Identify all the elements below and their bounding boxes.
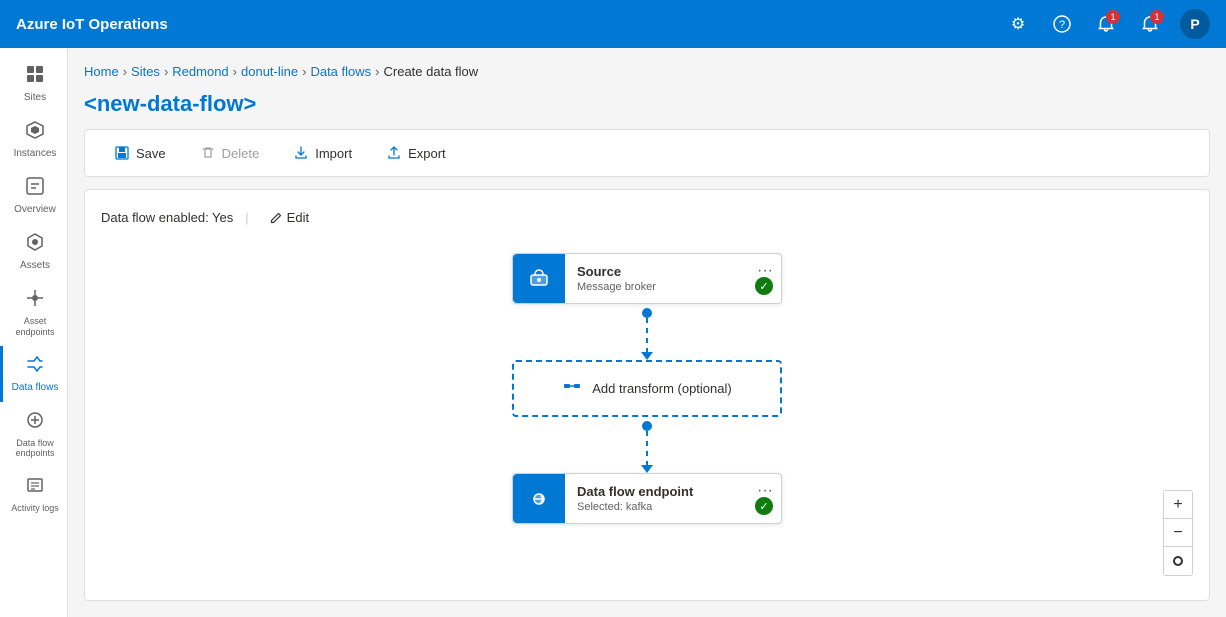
transform-node[interactable]: Add transform (optional): [512, 360, 782, 417]
source-node-content: Source Message broker: [565, 254, 781, 303]
export-icon: [386, 145, 402, 161]
destination-node-check: ✓: [755, 497, 773, 515]
avatar[interactable]: P: [1180, 9, 1210, 39]
svg-text:?: ?: [1059, 19, 1065, 31]
source-node-subtitle: Message broker: [577, 281, 769, 293]
sidebar-item-data-flow-endpoints[interactable]: Data flow endpoints: [0, 402, 67, 468]
import-button[interactable]: Import: [280, 138, 365, 168]
app-title: Azure IoT Operations: [16, 16, 1004, 33]
flow-status-label: Data flow enabled: Yes: [101, 210, 233, 225]
notification2-icon[interactable]: 1: [1136, 10, 1164, 38]
sidebar-item-data-flows-label: Data flows: [12, 382, 59, 394]
assets-icon: [25, 232, 45, 257]
connector-1: [641, 304, 653, 360]
breadcrumb-donut-line[interactable]: donut-line: [241, 64, 298, 79]
notification1-icon[interactable]: 1: [1092, 10, 1120, 38]
sidebar-item-sites[interactable]: Sites: [0, 56, 67, 112]
zoom-dot-icon: [1173, 556, 1183, 566]
toolbar: Save Delete Import Export: [84, 129, 1210, 177]
breadcrumb-home[interactable]: Home: [84, 64, 119, 79]
breadcrumb-redmond[interactable]: Redmond: [172, 64, 228, 79]
breadcrumb: Home › Sites › Redmond › donut-line › Da…: [84, 64, 1210, 79]
import-icon: [293, 145, 309, 161]
content-area: Home › Sites › Redmond › donut-line › Da…: [68, 48, 1226, 617]
save-button[interactable]: Save: [101, 138, 179, 168]
activity-logs-icon: [25, 475, 45, 500]
zoom-fit-button[interactable]: [1164, 547, 1192, 575]
sites-icon: [25, 64, 45, 89]
sidebar-item-assets-label: Assets: [20, 260, 50, 272]
source-node-icon: [513, 254, 565, 303]
sidebar-item-sites-label: Sites: [24, 92, 46, 104]
save-icon: [114, 145, 130, 161]
sidebar-item-activity-logs-label: Activity logs: [11, 503, 59, 514]
edit-icon: [269, 211, 283, 225]
help-icon[interactable]: ?: [1048, 10, 1076, 38]
sidebar-item-activity-logs[interactable]: Activity logs: [0, 467, 67, 522]
topbar-icons: ⚙ ? 1 1 P: [1004, 9, 1210, 39]
sidebar-item-asset-endpoints-label: Asset endpoints: [7, 316, 63, 338]
data-flows-icon: [25, 354, 45, 379]
sidebar-item-data-flows[interactable]: Data flows: [0, 346, 67, 402]
delete-icon: [200, 145, 216, 161]
sidebar-item-instances[interactable]: Instances: [0, 112, 67, 168]
overview-icon: [25, 176, 45, 201]
zoom-out-button[interactable]: −: [1164, 519, 1192, 547]
destination-node-title: Data flow endpoint: [577, 484, 769, 499]
page-title: <new-data-flow>: [84, 91, 1210, 117]
sidebar-item-asset-endpoints[interactable]: Asset endpoints: [0, 280, 67, 346]
sidebar: Sites Instances Overview Assets Asset en…: [0, 48, 68, 617]
destination-node-subtitle: Selected: kafka: [577, 501, 769, 513]
instances-icon: [25, 120, 45, 145]
flow-canvas: Data flow enabled: Yes | Edit Source Mes…: [84, 189, 1210, 601]
zoom-controls: + −: [1163, 490, 1193, 576]
flow-diagram: Source Message broker ··· ✓: [101, 245, 1193, 532]
flow-header: Data flow enabled: Yes | Edit: [101, 206, 1193, 229]
transform-icon: [562, 376, 582, 401]
edit-button[interactable]: Edit: [261, 206, 317, 229]
sidebar-item-assets[interactable]: Assets: [0, 224, 67, 280]
delete-button[interactable]: Delete: [187, 138, 273, 168]
sidebar-item-overview[interactable]: Overview: [0, 168, 67, 224]
destination-node-content: Data flow endpoint Selected: kafka: [565, 474, 781, 523]
data-flow-endpoints-icon: [25, 410, 45, 435]
zoom-in-button[interactable]: +: [1164, 491, 1192, 519]
topbar: Azure IoT Operations ⚙ ? 1 1 P: [0, 0, 1226, 48]
breadcrumb-data-flows[interactable]: Data flows: [310, 64, 371, 79]
notification1-badge: 1: [1106, 10, 1120, 24]
source-node[interactable]: Source Message broker ··· ✓: [512, 253, 782, 304]
source-node-check: ✓: [755, 277, 773, 295]
destination-node[interactable]: Data flow endpoint Selected: kafka ··· ✓: [512, 473, 782, 524]
sidebar-item-overview-label: Overview: [14, 204, 56, 216]
main-layout: Sites Instances Overview Assets Asset en…: [0, 48, 1226, 617]
sidebar-item-data-flow-endpoints-label: Data flow endpoints: [7, 438, 63, 460]
source-node-title: Source: [577, 264, 769, 279]
transform-label: Add transform (optional): [592, 381, 731, 396]
breadcrumb-current: Create data flow: [384, 64, 479, 79]
connector-2: [641, 417, 653, 473]
settings-icon[interactable]: ⚙: [1004, 10, 1032, 38]
notification2-badge: 1: [1150, 10, 1164, 24]
asset-endpoints-icon: [25, 288, 45, 313]
destination-node-icon: [513, 474, 565, 523]
sidebar-item-instances-label: Instances: [14, 148, 57, 160]
breadcrumb-sites[interactable]: Sites: [131, 64, 160, 79]
export-button[interactable]: Export: [373, 138, 459, 168]
